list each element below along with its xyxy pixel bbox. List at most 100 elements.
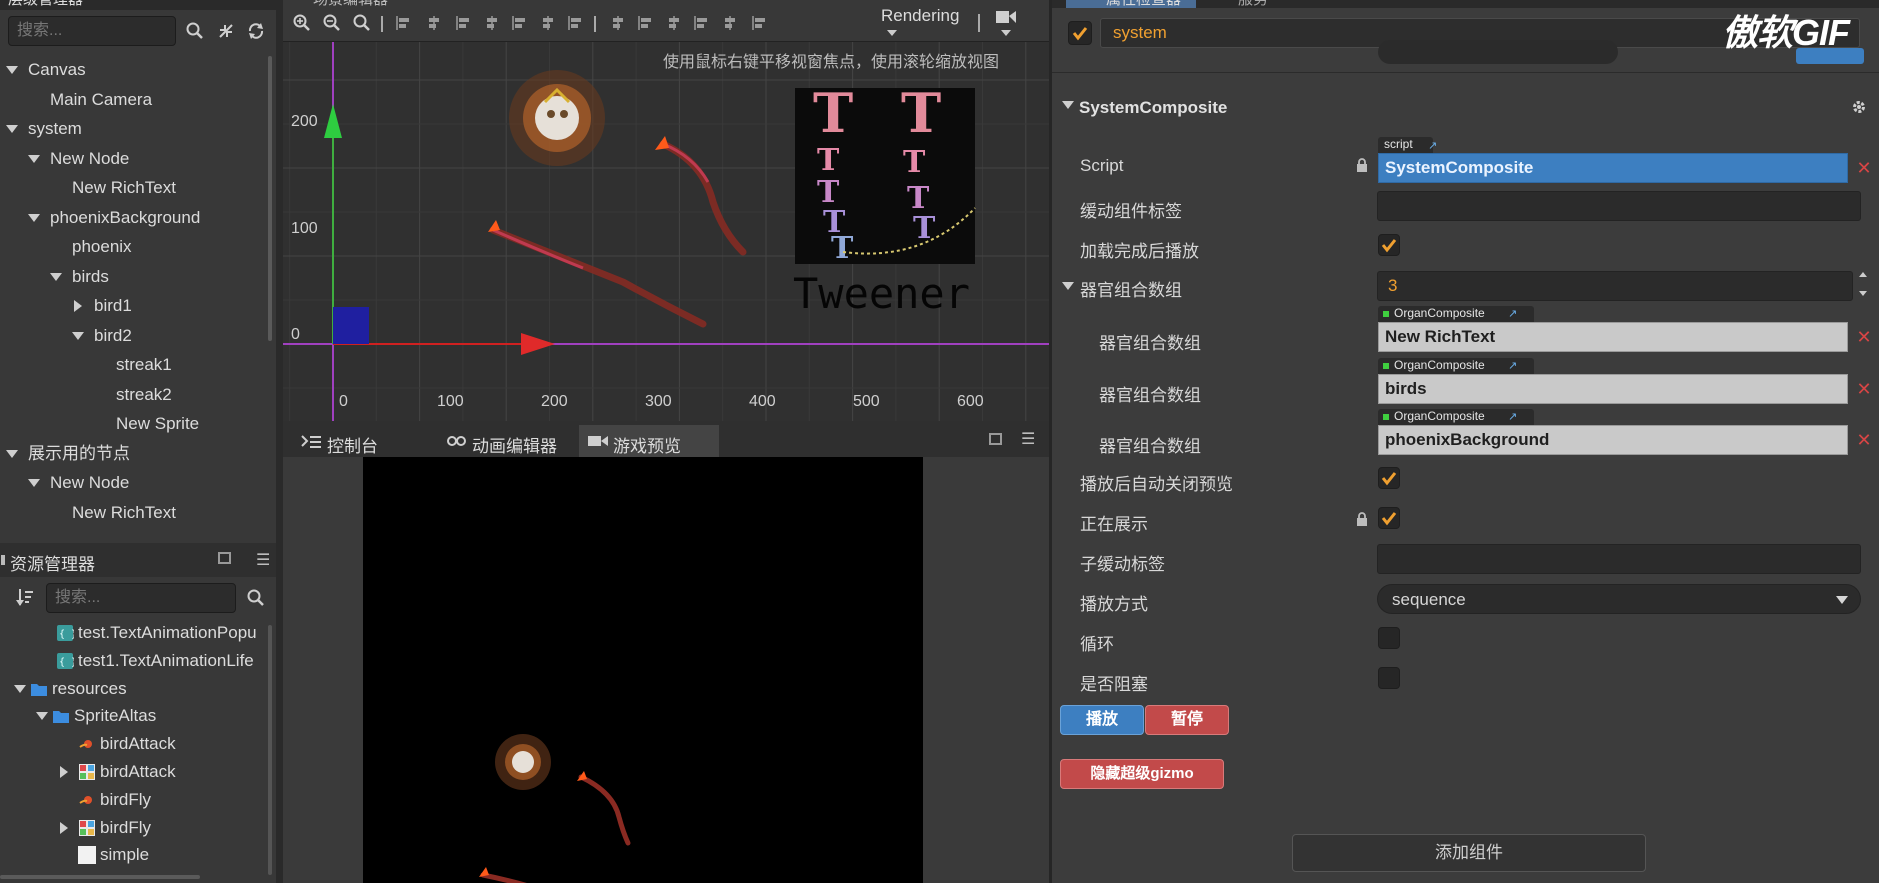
sort-icon[interactable]: [16, 587, 34, 607]
expand-arrow-icon[interactable]: [14, 684, 26, 693]
tree-item[interactable]: New Sprite: [0, 410, 268, 438]
asset-item[interactable]: birdFly: [0, 814, 268, 842]
tree-item[interactable]: Canvas: [0, 56, 268, 84]
pause-button[interactable]: 暂停: [1145, 705, 1229, 735]
collapse-arrow-icon[interactable]: [60, 821, 68, 834]
play-mode-select[interactable]: sequence: [1377, 584, 1861, 614]
asset-item[interactable]: { } test1.TextAnimationLife: [0, 647, 268, 675]
expand-arrow-icon[interactable]: [72, 331, 84, 340]
menu-icon[interactable]: ☰: [256, 550, 270, 570]
scene-canvas[interactable]: 200 100 0 0 100 200 300 400 500 600 TTTTTTTTTTween…: [283, 42, 1049, 421]
child-tag-input[interactable]: [1377, 544, 1861, 574]
align-icon[interactable]: [721, 14, 739, 32]
assets-search-input[interactable]: 搜索...: [46, 583, 236, 613]
tree-item[interactable]: system: [0, 115, 268, 143]
tree-item[interactable]: 展示用的节点: [0, 440, 268, 468]
asset-item[interactable]: birdAttack: [0, 730, 268, 758]
assets-hscrollbar[interactable]: [0, 875, 200, 879]
loop-checkbox[interactable]: [1378, 627, 1400, 649]
asset-item[interactable]: resources: [0, 675, 268, 703]
layer-dropdown[interactable]: [1378, 40, 1618, 64]
external-link-icon[interactable]: ↗: [1508, 410, 1517, 423]
align-icon[interactable]: [483, 14, 501, 32]
tree-item[interactable]: streak2: [0, 381, 268, 409]
clear-organ-button[interactable]: ✕: [1852, 322, 1876, 352]
align-icon[interactable]: [425, 14, 443, 32]
tab-services[interactable]: 服务: [1238, 0, 1268, 9]
assets-scrollbar[interactable]: [268, 625, 272, 875]
blocking-checkbox[interactable]: [1378, 667, 1400, 689]
maximize-icon[interactable]: [218, 552, 231, 564]
zoom-reset-icon[interactable]: [353, 14, 371, 32]
align-icon[interactable]: [567, 14, 585, 32]
hide-gizmo-button[interactable]: 隐藏超级gizmo: [1060, 759, 1224, 789]
rendering-dropdown[interactable]: Rendering: [881, 6, 959, 26]
tree-item[interactable]: streak1: [0, 351, 268, 379]
asset-item[interactable]: SpriteAltas: [0, 702, 268, 730]
auto-close-checkbox[interactable]: [1378, 467, 1400, 489]
zoom-in-icon[interactable]: [293, 14, 311, 32]
asset-item[interactable]: simple: [0, 841, 268, 869]
menu-icon[interactable]: ☰: [1021, 429, 1035, 449]
tree-item[interactable]: New Node: [0, 145, 268, 173]
expand-arrow-icon[interactable]: [36, 712, 48, 721]
search-icon[interactable]: [186, 22, 204, 40]
tree-item[interactable]: phoenixBackground: [0, 204, 268, 232]
tab-animation[interactable]: 动画编辑器: [438, 425, 598, 457]
clear-organ-button[interactable]: ✕: [1852, 425, 1876, 455]
expand-arrow-icon[interactable]: [28, 154, 40, 163]
align-icon[interactable]: [665, 14, 683, 32]
tree-item[interactable]: birds: [0, 263, 268, 291]
tab-camera[interactable]: 游戏预览: [579, 425, 719, 457]
add-component-button[interactable]: 添加组件: [1292, 834, 1646, 872]
stepper-up-icon[interactable]: [1859, 272, 1867, 277]
external-link-icon[interactable]: ↗: [1508, 359, 1517, 372]
expand-arrow-icon[interactable]: [6, 449, 18, 458]
asset-item[interactable]: { } test.TextAnimationPopu: [0, 619, 268, 647]
refresh-icon[interactable]: [247, 22, 265, 40]
node-active-checkbox[interactable]: [1068, 21, 1092, 45]
play-on-load-checkbox[interactable]: [1378, 234, 1400, 256]
tree-item[interactable]: New RichText: [0, 174, 268, 202]
tree-item[interactable]: phoenix: [0, 233, 268, 261]
collapse-icon[interactable]: [217, 22, 235, 40]
stepper-down-icon[interactable]: [1859, 291, 1867, 296]
splitter[interactable]: [276, 0, 283, 883]
align-icon[interactable]: [539, 14, 557, 32]
organ-array-count-input[interactable]: 3: [1377, 271, 1853, 301]
hierarchy-search-input[interactable]: 搜索...: [8, 16, 176, 46]
external-link-icon[interactable]: ↗: [1508, 307, 1517, 320]
cache-tag-input[interactable]: [1377, 191, 1861, 221]
tree-item[interactable]: Main Camera: [0, 86, 268, 114]
align-icon[interactable]: [395, 14, 413, 32]
expand-arrow-icon[interactable]: [50, 272, 62, 281]
play-button[interactable]: 播放: [1060, 705, 1144, 735]
align-icon[interactable]: [511, 14, 529, 32]
align-icon[interactable]: [637, 14, 655, 32]
expand-arrow-icon[interactable]: [28, 479, 40, 487]
hierarchy-scrollbar[interactable]: [268, 56, 272, 341]
organ-object-field[interactable]: New RichText: [1378, 322, 1848, 352]
organ-object-field[interactable]: phoenixBackground: [1378, 425, 1848, 455]
zoom-out-icon[interactable]: [323, 14, 341, 32]
clear-organ-button[interactable]: ✕: [1852, 374, 1876, 404]
clear-script-button[interactable]: ✕: [1852, 153, 1876, 183]
maximize-icon[interactable]: [989, 433, 1002, 445]
camera-icon[interactable]: [996, 10, 1016, 24]
tree-item[interactable]: New Node: [0, 469, 268, 497]
showing-checkbox[interactable]: [1378, 507, 1400, 529]
gear-icon[interactable]: [1851, 99, 1867, 115]
tree-item[interactable]: bird1: [0, 292, 268, 320]
tree-item[interactable]: New RichText: [0, 499, 268, 527]
asset-item[interactable]: birdAttack: [0, 758, 268, 786]
collapse-arrow-icon[interactable]: [60, 766, 68, 778]
align-icon[interactable]: [693, 14, 711, 32]
game-view[interactable]: [323, 457, 1011, 883]
expand-arrow-icon[interactable]: [6, 125, 18, 133]
tab-inspector[interactable]: 属性检查器: [1066, 0, 1196, 8]
expand-arrow-icon[interactable]: [28, 213, 40, 222]
align-icon[interactable]: [609, 14, 627, 32]
align-icon[interactable]: [751, 14, 769, 32]
collapse-triangle-icon[interactable]: [1062, 101, 1074, 109]
external-link-icon[interactable]: ↗: [1428, 139, 1437, 152]
